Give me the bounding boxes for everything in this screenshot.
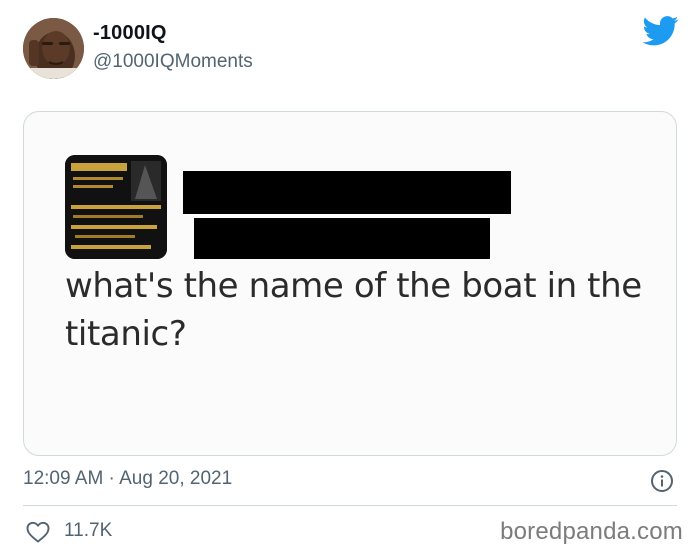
first-class-ticket-image [65,155,167,259]
info-icon[interactable] [650,469,674,493]
boredpanda-watermark: boredpanda.com [500,518,683,545]
tweet-media-image[interactable]: what's the name of the boat in the titan… [23,111,677,456]
tweet-card: -1000IQ @1000IQMoments what's the name o… [0,0,700,558]
quoted-question-text: what's the name of the boat in the titan… [65,266,642,354]
display-name[interactable]: -1000IQ [93,22,167,45]
avatar-face-image [23,18,84,79]
redacted-name-bar [183,171,511,214]
heart-icon[interactable] [26,521,50,543]
like-count[interactable]: 11.7K [64,520,112,542]
avatar[interactable] [23,18,84,79]
ticket-thumbnail [65,155,167,259]
twitter-bird-icon[interactable] [643,16,679,46]
user-handle[interactable]: @1000IQMoments [93,51,253,73]
redacted-handle-bar [194,218,490,259]
tweet-timestamp[interactable]: 12:09 AM · Aug 20, 2021 [23,468,232,490]
footer-divider [23,505,677,506]
